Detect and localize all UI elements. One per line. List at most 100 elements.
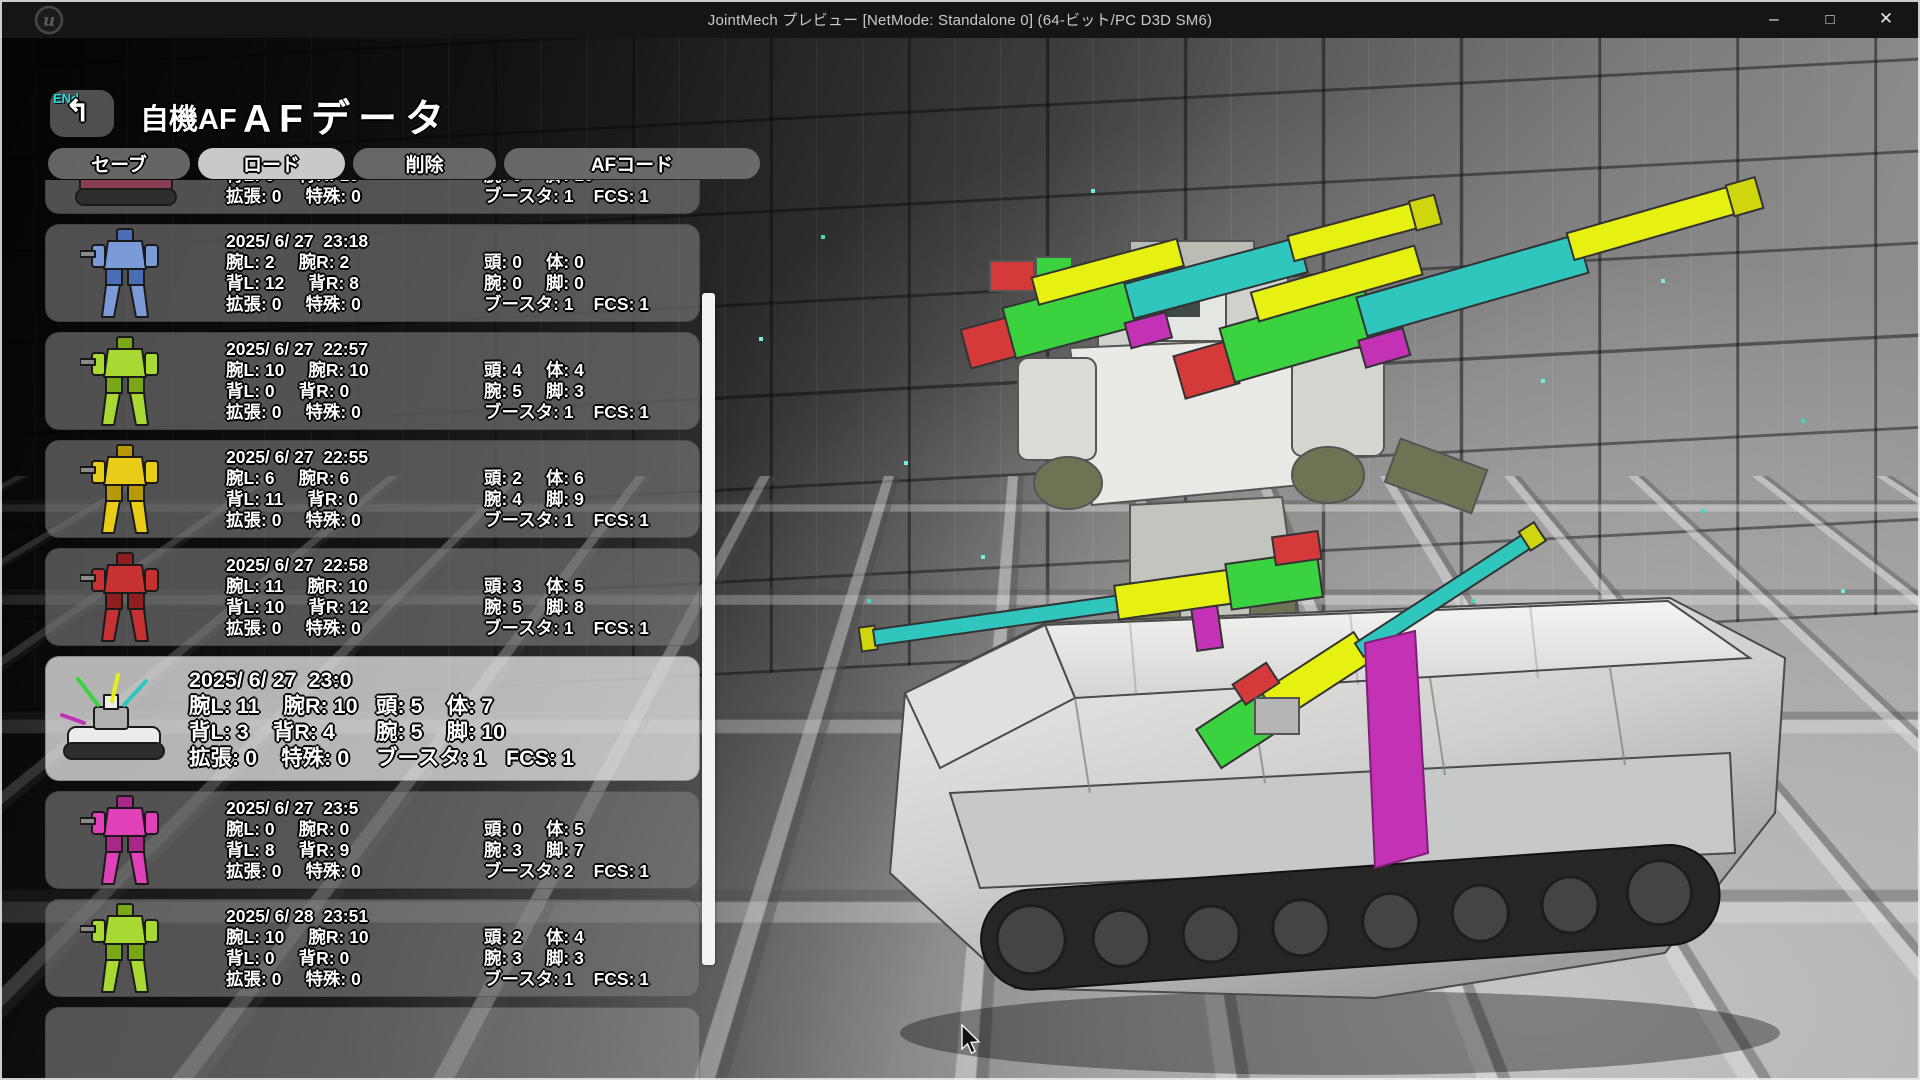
slot-ext-line: 拡張: 0特殊: 0 xyxy=(226,969,464,990)
af-save-slot[interactable]: 2025/ 6/ 27 22:58 腕L: 11腕R: 10 背L: 10背R:… xyxy=(45,548,700,646)
mech-thumbnail xyxy=(46,792,206,888)
slot-ext-line: 拡張: 0特殊: 0 xyxy=(226,618,464,639)
slot-head-line: 頭: 5体: 7 xyxy=(376,693,699,719)
slot-spacer-line xyxy=(376,667,699,693)
slot-head-line: 頭: 2体: 4 xyxy=(484,927,699,948)
page-title: AFデータ xyxy=(243,88,452,144)
slot-left-stats: 背L: 0背R: 10 拡張: 0特殊: 0 xyxy=(206,180,464,207)
slot-left-stats: 2025/ 6/ 27 22:57 腕L: 10腕R: 10 背L: 0背R: … xyxy=(206,339,464,423)
slot-armleg-line: 腕: 4脚: 9 xyxy=(484,489,699,510)
slot-booster-line: ブースタ: 1FCS: 1 xyxy=(484,294,699,315)
slot-back-line: 背L: 12背R: 8 xyxy=(226,273,464,294)
af-save-slot[interactable]: 2025/ 6/ 28 23:51 腕L: 10腕R: 10 背L: 0背R: … xyxy=(45,899,700,997)
slot-ext-line: 拡張: 0特殊: 0 xyxy=(226,510,464,531)
slot-right-stats: 頭: 0体: 5 腕: 3脚: 7 ブースタ: 2FCS: 1 xyxy=(464,798,699,882)
slot-booster-line: ブースタ: 1FCS: 1 xyxy=(376,745,699,771)
af-save-slot[interactable]: 背L: 0背R: 10 拡張: 0特殊: 0 腕: 0脚: 10 ブースタ: 1… xyxy=(45,180,700,214)
slot-spacer-line xyxy=(484,231,699,252)
slot-ext-line: 拡張: 0特殊: 0 xyxy=(189,745,376,771)
slot-back-line: 背L: 10背R: 12 xyxy=(226,597,464,618)
slot-back-line: 背L: 3背R: 4 xyxy=(189,719,376,745)
slot-date: 2025/ 6/ 27 22:55 xyxy=(226,447,464,468)
tab-delete[interactable]: 削除 xyxy=(353,148,496,179)
slot-back-line: 背L: 0背R: 0 xyxy=(226,381,464,402)
slot-armleg-line: 腕: 5脚: 10 xyxy=(376,719,699,745)
af-save-slot[interactable]: 2025/ 6/ 27 23:0 腕L: 11腕R: 10 背L: 3背R: 4… xyxy=(45,656,700,781)
mech-thumbnail xyxy=(46,900,206,996)
slot-right-stats: 頭: 4体: 4 腕: 5脚: 3 ブースタ: 1FCS: 1 xyxy=(464,339,699,423)
slot-booster-line: ブースタ: 2FCS: 1 xyxy=(484,861,699,882)
af-save-slot[interactable]: 2025/ 6/ 27 23:5 腕L: 0腕R: 0 背L: 8背R: 9 拡… xyxy=(45,791,700,889)
af-list: 背L: 0背R: 10 拡張: 0特殊: 0 腕: 0脚: 10 ブースタ: 1… xyxy=(45,180,700,1080)
slot-head-line: 頭: 0体: 0 xyxy=(484,252,699,273)
slot-right-stats: 頭: 0体: 0 腕: 0脚: 0 ブースタ: 1FCS: 1 xyxy=(464,231,699,315)
window-titlebar: u JointMech プレビュー [NetMode: Standalone 0… xyxy=(0,0,1920,38)
mech-thumbnail xyxy=(46,549,206,645)
minimize-button[interactable]: – xyxy=(1746,0,1802,38)
slot-head-line: 頭: 4体: 4 xyxy=(484,360,699,381)
slot-armleg-line: 腕: 3脚: 7 xyxy=(484,840,699,861)
mech-thumbnail xyxy=(46,671,181,767)
mech-thumbnail xyxy=(46,225,206,321)
slot-right-stats: 頭: 3体: 5 腕: 5脚: 8 ブースタ: 1FCS: 1 xyxy=(464,555,699,639)
slot-ext-line: 拡張: 0特殊: 0 xyxy=(226,861,464,882)
tab-bar: セーブ ロード 削除 AFコード xyxy=(48,148,760,179)
close-button[interactable]: ✕ xyxy=(1858,0,1914,38)
mech-thumbnail xyxy=(46,180,206,213)
af-save-slot[interactable]: 2025/ 6/ 27 22:55 腕L: 6腕R: 6 背L: 11背R: 0… xyxy=(45,440,700,538)
slot-left-stats: 2025/ 6/ 27 23:5 腕L: 0腕R: 0 背L: 8背R: 9 拡… xyxy=(206,798,464,882)
slot-spacer-line xyxy=(484,339,699,360)
tab-load[interactable]: ロード xyxy=(198,148,345,179)
back-button[interactable]: ENd ↰ xyxy=(50,90,114,137)
slot-spacer-line xyxy=(484,447,699,468)
window-title: JointMech プレビュー [NetMode: Standalone 0] … xyxy=(0,9,1920,30)
slot-left-stats: 2025/ 6/ 27 22:58 腕L: 11腕R: 10 背L: 10背R:… xyxy=(206,555,464,639)
tab-afcode[interactable]: AFコード xyxy=(504,148,760,179)
slot-right-stats: 頭: 2体: 6 腕: 4脚: 9 ブースタ: 1FCS: 1 xyxy=(464,447,699,531)
page-subtitle: 自機AF xyxy=(140,96,237,138)
slot-spacer-line xyxy=(484,555,699,576)
tab-save[interactable]: セーブ xyxy=(48,148,190,179)
slot-left-stats: 2025/ 6/ 27 23:0 腕L: 11腕R: 10 背L: 3背R: 4… xyxy=(181,667,376,771)
slot-right-stats: 頭: 5体: 7 腕: 5脚: 10 ブースタ: 1FCS: 1 xyxy=(376,667,699,771)
slot-armleg-line: 腕: 5脚: 8 xyxy=(484,597,699,618)
slot-ext-line: 拡張: 0特殊: 0 xyxy=(226,294,464,315)
slot-arm-line: 腕L: 10腕R: 10 xyxy=(226,927,464,948)
slot-right-stats: 腕: 0脚: 10 ブースタ: 1FCS: 1 xyxy=(464,180,699,207)
slot-date: 2025/ 6/ 27 22:58 xyxy=(226,555,464,576)
slot-head-line: 頭: 0体: 5 xyxy=(484,819,699,840)
slot-date: 2025/ 6/ 27 23:18 xyxy=(226,231,464,252)
slot-left-stats: 2025/ 6/ 27 22:55 腕L: 6腕R: 6 背L: 11背R: 0… xyxy=(206,447,464,531)
slot-date: 2025/ 6/ 28 23:51 xyxy=(226,906,464,927)
af-save-slot[interactable]: 2025/ 6/ 27 23:18 腕L: 2腕R: 2 背L: 12背R: 8… xyxy=(45,224,700,322)
tank-mech-model xyxy=(830,153,1900,1080)
slot-arm-line: 腕L: 2腕R: 2 xyxy=(226,252,464,273)
slot-booster-line: ブースタ: 1FCS: 1 xyxy=(484,618,699,639)
maximize-button[interactable]: □ xyxy=(1802,0,1858,38)
slot-booster-line: ブースタ: 1FCS: 1 xyxy=(484,969,699,990)
slot-back-line: 背L: 11背R: 0 xyxy=(226,489,464,510)
slot-arm-line: 腕L: 11腕R: 10 xyxy=(189,693,376,719)
slot-spacer-line xyxy=(484,906,699,927)
slot-armleg-line: 腕: 3脚: 3 xyxy=(484,948,699,969)
scene-particles xyxy=(0,38,2,40)
af-save-slot[interactable]: 2025/ 6/ 27 22:57 腕L: 10腕R: 10 背L: 0背R: … xyxy=(45,332,700,430)
slot-booster-line: ブースタ: 1FCS: 1 xyxy=(484,510,699,531)
slot-spacer-line xyxy=(484,798,699,819)
window-controls: – □ ✕ xyxy=(1746,0,1914,38)
mech-thumbnail xyxy=(46,441,206,537)
slot-armleg-line: 腕: 0脚: 0 xyxy=(484,273,699,294)
af-save-slot[interactable] xyxy=(45,1007,700,1080)
slot-arm-line: 腕L: 11腕R: 10 xyxy=(226,576,464,597)
slot-back-line: 背L: 0背R: 0 xyxy=(226,948,464,969)
mech-thumbnail xyxy=(46,333,206,429)
slot-arm-line: 腕L: 0腕R: 0 xyxy=(226,819,464,840)
slot-date: 2025/ 6/ 27 23:0 xyxy=(189,667,376,693)
slot-left-stats: 2025/ 6/ 27 23:18 腕L: 2腕R: 2 背L: 12背R: 8… xyxy=(206,231,464,315)
slot-head-line: 頭: 3体: 5 xyxy=(484,576,699,597)
slot-booster-line: ブースタ: 1FCS: 1 xyxy=(484,186,699,207)
slot-arm-line: 腕L: 10腕R: 10 xyxy=(226,360,464,381)
slot-back-line: 背L: 8背R: 9 xyxy=(226,840,464,861)
list-scrollbar-thumb[interactable] xyxy=(702,293,715,965)
slot-left-stats: 2025/ 6/ 28 23:51 腕L: 10腕R: 10 背L: 0背R: … xyxy=(206,906,464,990)
